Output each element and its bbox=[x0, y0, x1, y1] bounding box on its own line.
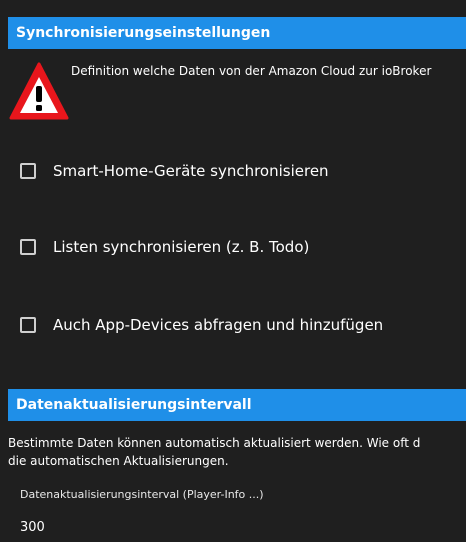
smart-home-sync-label: Smart-Home-Geräte synchronisieren bbox=[53, 162, 329, 180]
smart-home-sync-option[interactable]: Smart-Home-Geräte synchronisieren bbox=[20, 162, 329, 180]
app-devices-label: Auch App-Devices abfragen und hinzufügen bbox=[53, 316, 384, 334]
app-devices-option[interactable]: Auch App-Devices abfragen und hinzufügen bbox=[20, 316, 383, 334]
player-info-interval-label: Datenaktualisierungsinterval (Player-Inf… bbox=[20, 488, 264, 501]
app-devices-checkbox[interactable] bbox=[20, 317, 36, 333]
update-interval-description: Bestimmte Daten können automatisch aktua… bbox=[8, 434, 420, 470]
warning-icon bbox=[9, 62, 69, 120]
sync-settings-header: Synchronisierungseinstellungen bbox=[8, 17, 466, 49]
player-info-interval-input[interactable] bbox=[20, 516, 440, 538]
lists-sync-checkbox[interactable] bbox=[20, 239, 36, 255]
lists-sync-option[interactable]: Listen synchronisieren (z. B. Todo) bbox=[20, 238, 309, 256]
update-interval-description-line1: Bestimmte Daten können automatisch aktua… bbox=[8, 436, 421, 450]
sync-warning-text: Definition welche Daten von der Amazon C… bbox=[71, 64, 432, 78]
update-interval-header: Datenaktualisierungsintervall bbox=[8, 389, 466, 421]
update-interval-description-line2: die automatischen Aktualisierungen. bbox=[8, 454, 229, 468]
lists-sync-label: Listen synchronisieren (z. B. Todo) bbox=[53, 238, 310, 256]
smart-home-sync-checkbox[interactable] bbox=[20, 163, 36, 179]
